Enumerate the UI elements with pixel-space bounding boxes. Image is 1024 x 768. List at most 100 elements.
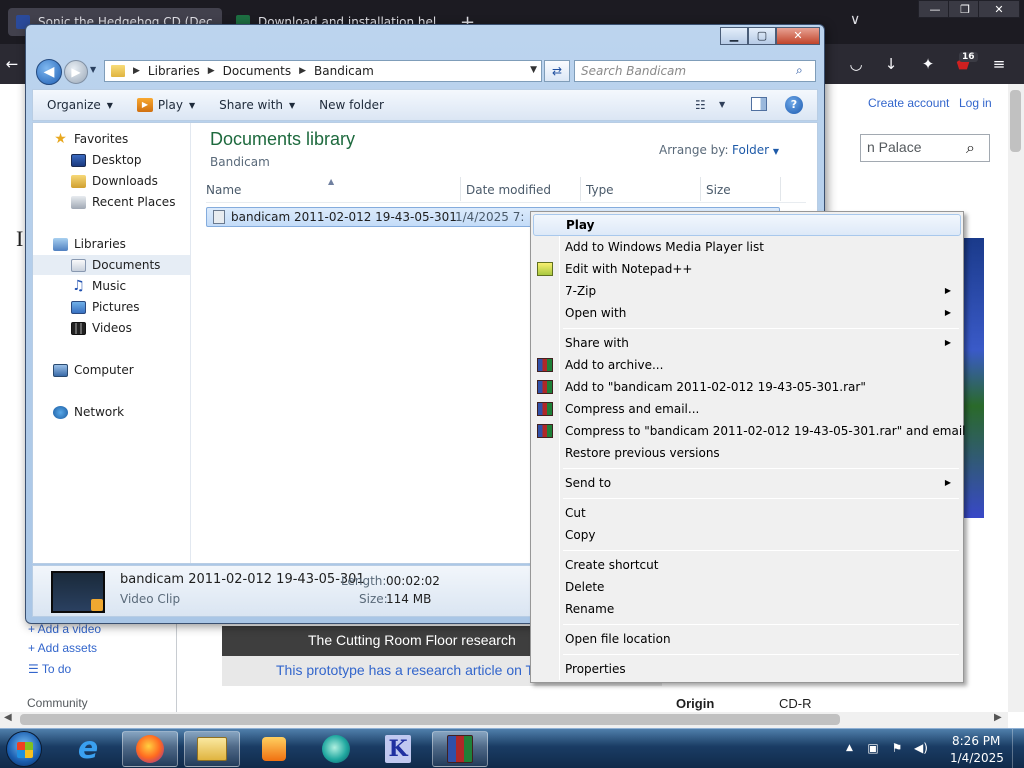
nav-desktop[interactable]: Desktop xyxy=(33,150,190,170)
nav-videos[interactable]: Videos xyxy=(33,318,190,338)
close-button[interactable]: ✕ xyxy=(776,27,820,45)
menu-item-add-to-rar[interactable]: Add to "bandicam 2011-02-012 19-43-05-30… xyxy=(533,376,961,398)
taskbar-windows-explorer[interactable] xyxy=(184,731,240,767)
pocket-icon[interactable]: ◡ xyxy=(846,54,866,74)
address-dropdown-icon[interactable]: ▼ xyxy=(530,65,537,75)
menu-item-compress-rar-email[interactable]: Compress to "bandicam 2011-02-012 19-43-… xyxy=(533,420,966,442)
menu-item-rename[interactable]: Rename xyxy=(533,598,961,620)
chevron-down-icon[interactable]: ▼ xyxy=(719,100,725,109)
menu-item-cut[interactable]: Cut xyxy=(533,502,961,524)
volume-icon[interactable]: ◀) xyxy=(914,741,928,755)
vertical-scrollbar-thumb[interactable] xyxy=(1010,90,1021,152)
back-arrow-icon[interactable]: ← xyxy=(2,54,22,74)
search-icon[interactable]: ⌕ xyxy=(796,63,803,78)
nav-favorites[interactable]: ★ Favorites xyxy=(33,129,190,149)
browser-close-button[interactable]: ✕ xyxy=(978,0,1020,18)
menu-item-compress-email[interactable]: Compress and email... xyxy=(533,398,961,420)
nav-network[interactable]: Network xyxy=(33,402,190,422)
breadcrumb-bandicam[interactable]: Bandicam xyxy=(314,64,374,78)
add-assets-link[interactable]: + Add assets xyxy=(28,641,97,655)
organize-button[interactable]: Organize ▼ xyxy=(47,98,113,112)
nav-downloads[interactable]: Downloads xyxy=(33,171,190,191)
taskbar-internet-explorer[interactable]: e xyxy=(60,731,116,767)
start-button[interactable] xyxy=(6,731,42,767)
menu-item-share-with[interactable]: Share with ▶ xyxy=(533,332,961,354)
nav-pictures[interactable]: Pictures xyxy=(33,297,190,317)
taskbar-winrar[interactable] xyxy=(432,731,488,767)
taskbar-firefox[interactable] xyxy=(122,731,178,767)
arrange-by-dropdown[interactable]: Folder ▼ xyxy=(732,143,779,157)
add-video-link[interactable]: + Add a video xyxy=(28,622,101,636)
download-icon[interactable]: ↓ xyxy=(881,54,901,74)
hamburger-menu-icon[interactable]: ≡ xyxy=(989,54,1009,74)
change-view-icon[interactable]: ☷ xyxy=(695,98,706,112)
scroll-left-arrow-icon[interactable]: ◀ xyxy=(4,712,12,723)
column-divider[interactable] xyxy=(780,177,781,201)
to-do-link[interactable]: ☰ To do xyxy=(28,662,71,676)
menu-item-restore-previous[interactable]: Restore previous versions xyxy=(533,442,961,464)
menu-item-play[interactable]: Play xyxy=(533,214,961,236)
breadcrumb-separator-icon[interactable]: ▶ xyxy=(208,66,215,76)
help-icon[interactable]: ? xyxy=(785,96,803,114)
show-hidden-icons-icon[interactable]: ▲ xyxy=(846,743,853,753)
column-size[interactable]: Size xyxy=(706,183,731,197)
network-tray-icon[interactable]: ▣ xyxy=(866,741,880,755)
new-folder-button[interactable]: New folder xyxy=(319,98,384,112)
horizontal-scrollbar-thumb[interactable] xyxy=(20,714,840,725)
recent-pages-icon[interactable]: ▼ xyxy=(90,65,96,74)
menu-item-edit-notepadpp[interactable]: Edit with Notepad++ xyxy=(533,258,961,280)
menu-item-open-file-location[interactable]: Open file location xyxy=(533,628,961,650)
column-divider[interactable] xyxy=(700,177,701,201)
address-bar[interactable]: ▶ Libraries ▶ Documents ▶ Bandicam ▼ xyxy=(104,60,542,82)
nav-music[interactable]: ♫ Music xyxy=(33,276,190,296)
menu-item-add-to-archive[interactable]: Add to archive... xyxy=(533,354,961,376)
menu-item-copy[interactable]: Copy xyxy=(533,524,961,546)
maximize-button[interactable]: ▢ xyxy=(748,27,776,45)
clock-date[interactable]: 1/4/2025 xyxy=(950,751,1004,765)
search-icon[interactable]: ⌕ xyxy=(966,138,975,158)
nav-libraries[interactable]: Libraries xyxy=(33,234,190,254)
search-input[interactable]: Search Bandicam xyxy=(574,60,816,82)
breadcrumb-separator-icon[interactable]: ▶ xyxy=(299,66,306,76)
nav-documents[interactable]: Documents xyxy=(33,255,190,275)
nav-computer[interactable]: Computer xyxy=(33,360,190,380)
column-divider[interactable] xyxy=(580,177,581,201)
taskbar-bandicam[interactable] xyxy=(308,731,364,767)
clock-time[interactable]: 8:26 PM xyxy=(952,734,1000,748)
taskbar-k-app[interactable]: K xyxy=(370,731,426,767)
taskbar-media-player[interactable] xyxy=(246,731,302,767)
menu-item-7zip[interactable]: 7-Zip ▶ xyxy=(533,280,961,302)
column-divider[interactable] xyxy=(460,177,461,201)
create-account-link[interactable]: Create account xyxy=(868,96,949,110)
menu-item-create-shortcut[interactable]: Create shortcut xyxy=(533,554,961,576)
menu-item-send-to[interactable]: Send to ▶ xyxy=(533,472,961,494)
menu-item-delete[interactable]: Delete xyxy=(533,576,961,598)
share-with-button[interactable]: Share with ▼ xyxy=(219,98,295,112)
menu-item-add-wmp-list[interactable]: Add to Windows Media Player list xyxy=(533,236,961,258)
vertical-scrollbar[interactable] xyxy=(1008,84,1024,712)
scroll-right-arrow-icon[interactable]: ▶ xyxy=(994,712,1002,723)
back-button[interactable]: ◀ xyxy=(36,59,62,85)
extensions-icon[interactable]: ✦ xyxy=(918,54,938,74)
action-center-flag-icon[interactable]: ⚑ xyxy=(890,741,904,755)
minimize-button[interactable]: ▁ xyxy=(720,27,748,45)
menu-item-properties[interactable]: Properties xyxy=(533,658,961,680)
browser-minimize-button[interactable]: — xyxy=(918,0,952,18)
column-type[interactable]: Type xyxy=(586,183,614,197)
column-name[interactable]: Name xyxy=(206,183,241,197)
menu-separator xyxy=(563,654,959,655)
column-date-modified[interactable]: Date modified xyxy=(466,183,551,197)
browser-restore-button[interactable]: ❐ xyxy=(948,0,982,18)
nav-recent-places[interactable]: Recent Places xyxy=(33,192,190,212)
breadcrumb-libraries[interactable]: Libraries xyxy=(148,64,200,78)
list-all-tabs-icon[interactable]: ∨ xyxy=(850,12,860,28)
menu-item-open-with[interactable]: Open with ▶ xyxy=(533,302,961,324)
breadcrumb-separator-icon[interactable]: ▶ xyxy=(133,66,140,76)
play-button[interactable]: ▶ Play ▼ xyxy=(136,98,195,112)
forward-button[interactable]: ▶ xyxy=(64,60,88,84)
refresh-button[interactable]: ⇄ xyxy=(544,60,570,82)
show-desktop-button[interactable] xyxy=(1012,729,1024,768)
breadcrumb-documents[interactable]: Documents xyxy=(223,64,291,78)
log-in-link[interactable]: Log in xyxy=(959,96,992,110)
preview-pane-icon[interactable] xyxy=(751,97,767,111)
